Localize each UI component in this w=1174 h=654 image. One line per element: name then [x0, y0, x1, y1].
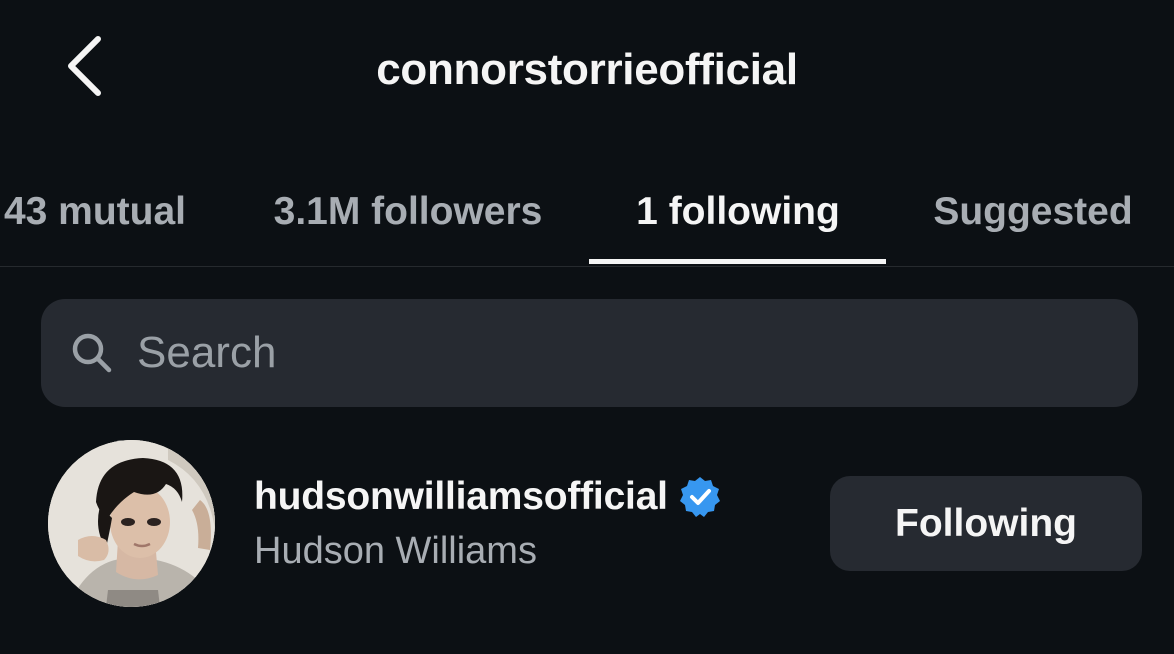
active-tab-indicator	[589, 259, 886, 264]
search-input[interactable]: Search	[41, 299, 1138, 407]
tab-mutual[interactable]: 43 mutual	[0, 160, 230, 264]
list-item[interactable]: hudsonwilliamsofficial Hudson Williams F…	[0, 430, 1174, 620]
search-placeholder: Search	[137, 328, 277, 377]
tab-suggested[interactable]: Suggested	[900, 160, 1166, 264]
page-title: connorstorrieofficial	[376, 45, 798, 94]
following-button[interactable]: Following	[830, 476, 1142, 571]
verified-badge-icon	[678, 475, 722, 519]
full-name: Hudson Williams	[254, 530, 537, 572]
tab-following[interactable]: 1 following	[590, 160, 886, 264]
tab-followers[interactable]: 3.1M followers	[232, 160, 584, 264]
search-icon	[69, 330, 115, 376]
following-screen: connorstorrieofficial 43 mutual 3.1M fol…	[0, 0, 1174, 654]
tab-bar: 43 mutual 3.1M followers 1 following Sug…	[0, 160, 1174, 267]
username-line: hudsonwilliamsofficial	[254, 472, 722, 522]
avatar[interactable]	[48, 440, 215, 607]
username[interactable]: hudsonwilliamsofficial	[254, 475, 668, 519]
